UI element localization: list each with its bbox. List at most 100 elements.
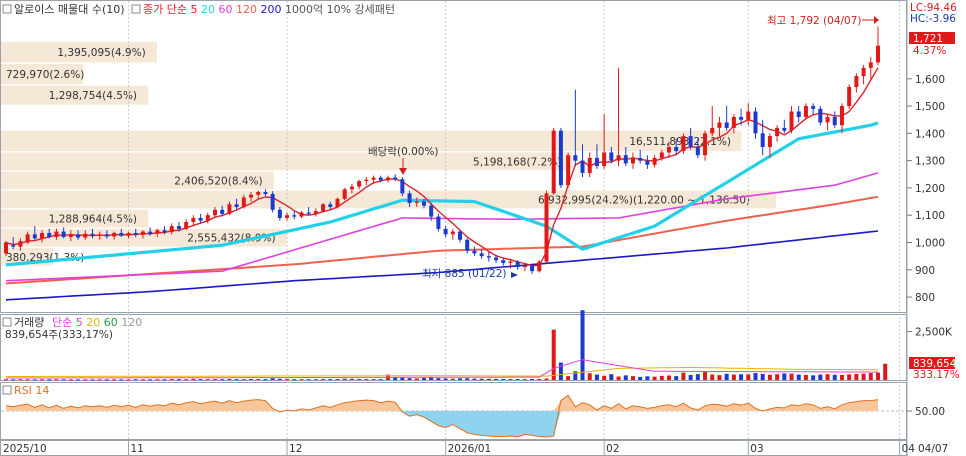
legend-checkbox[interactable] [131, 4, 141, 14]
volume-bar [623, 375, 628, 380]
candle-body [234, 204, 239, 208]
price-tick-label: 1,100 [915, 210, 945, 222]
volume-bar [292, 379, 297, 381]
price-tick-label: 1,400 [915, 128, 945, 140]
candle-body [227, 204, 232, 214]
candle-body [739, 116, 744, 120]
candle-body [818, 108, 823, 123]
date-tick-label: 11 [131, 443, 144, 455]
hc-label: HC:-3.96 [910, 13, 956, 25]
volume-tick-label: 2,500K [915, 327, 953, 339]
volume-ma-legend: 단순 5 20 60 120 [52, 316, 142, 329]
candle-body [277, 209, 282, 218]
candle-body [695, 146, 700, 156]
candle-body [458, 231, 463, 240]
candle-body [472, 250, 477, 254]
volume-bar [162, 379, 167, 381]
volume-bar [465, 378, 470, 380]
volume-bar [32, 379, 37, 381]
candle-body [587, 157, 592, 173]
candle-body [501, 260, 506, 263]
volume-bar [825, 374, 830, 380]
volume-bar [306, 379, 311, 381]
candle-body [782, 127, 787, 131]
candle-body [349, 186, 354, 190]
volume-bar [854, 373, 859, 380]
candle-body [659, 152, 664, 158]
candle-body [876, 45, 880, 63]
volume-profile-label: 1,298,754(4.5%) [49, 90, 137, 102]
volume-bar [537, 378, 542, 380]
candle-body [731, 116, 736, 128]
candle-body [515, 261, 520, 268]
legend-checkbox[interactable] [2, 385, 12, 395]
volume-bar [263, 379, 268, 381]
volume-bar [883, 363, 888, 380]
high-arrowhead [874, 16, 879, 24]
volume-bar [97, 379, 102, 381]
candle-body [400, 179, 405, 194]
candle-body [126, 232, 131, 236]
volume-bar [876, 372, 880, 380]
candle-body [839, 106, 844, 126]
legend-entry: 120 [236, 3, 261, 16]
legend-checkbox[interactable] [2, 317, 12, 327]
volume-bar [594, 374, 599, 380]
volume-bar [61, 379, 66, 381]
volume-bar [148, 379, 153, 381]
candle-body [566, 155, 571, 186]
legend-entry: 60 [218, 3, 236, 16]
candle-body [594, 157, 599, 167]
legend-checkbox[interactable] [2, 4, 12, 14]
candle-body [256, 192, 261, 195]
candle-body [767, 136, 772, 147]
chart-title: 알로이스 매물대 수(10) [14, 2, 125, 16]
candle-body [436, 216, 441, 229]
volume-bar [241, 379, 246, 381]
volume-bar [184, 379, 189, 381]
volume-bar [688, 374, 693, 380]
volume-bar [191, 378, 196, 380]
candle-body [162, 230, 167, 233]
candle-body [667, 146, 672, 153]
candle-body [558, 130, 563, 186]
volume-bar [378, 379, 383, 381]
volume-bar [328, 379, 333, 381]
volume-bar [803, 374, 808, 380]
volume-bar [501, 378, 506, 380]
candle-body [832, 116, 837, 126]
candle-body [133, 232, 138, 235]
volume-bar [364, 379, 369, 381]
volume-bar [587, 373, 592, 380]
candle-body [760, 133, 765, 147]
legend-entry: 20 [201, 3, 219, 16]
volume-bar [515, 379, 520, 381]
candle-body [11, 245, 16, 247]
candle-body [421, 201, 426, 206]
volume-bar [25, 379, 30, 381]
candle-body [811, 106, 816, 109]
volume-profile-label: 1,395,095(4.9%) [57, 47, 145, 59]
volume-bar [407, 378, 412, 380]
candle-body [205, 215, 210, 221]
volume-bar [205, 379, 210, 381]
volume-bar [400, 377, 405, 380]
candle-body [212, 209, 217, 216]
candle-body [494, 257, 499, 261]
volume-bar [133, 379, 138, 381]
candle-body [285, 215, 290, 218]
candle-body [861, 67, 866, 77]
volume-bar [522, 379, 527, 381]
candle-body [688, 136, 693, 147]
candle-body [638, 157, 643, 161]
candle-body [443, 228, 448, 235]
volume-bar [249, 379, 254, 381]
candle-body [868, 62, 873, 68]
volume-bar [638, 376, 643, 380]
volume-bar [169, 378, 174, 380]
candle-body [270, 193, 275, 210]
volume-pct-label: 333.17% [913, 369, 960, 381]
volume-bar [796, 374, 801, 380]
volume-bar [767, 374, 772, 380]
candle-body [40, 232, 45, 239]
